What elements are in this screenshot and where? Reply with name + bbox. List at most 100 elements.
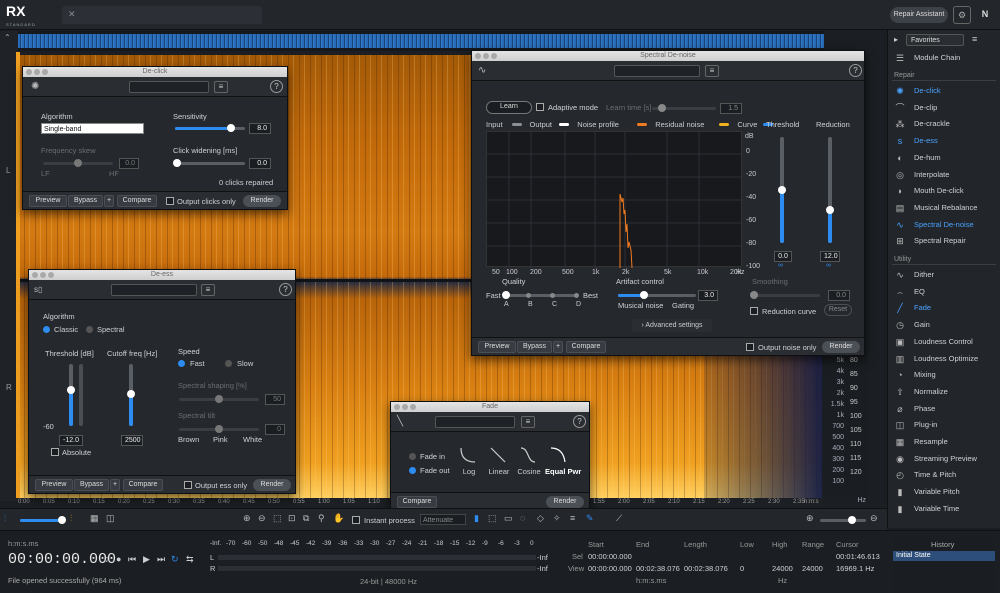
sidebar-item-de-clip[interactable]: ⌒ De-clip	[892, 100, 996, 116]
sidebar-item-de-hum[interactable]: ◐ De-hum	[892, 150, 996, 166]
threshold-value[interactable]: -12.0	[59, 435, 83, 446]
view-low[interactable]: 0	[740, 564, 744, 573]
compare-button[interactable]: Compare	[123, 479, 163, 491]
sidebar-collapse-icon[interactable]: ▸	[894, 35, 898, 44]
pencil-icon[interactable]: ✎	[586, 513, 594, 524]
zoom-tool-icon[interactable]: ⚲	[318, 513, 325, 524]
sidebar-item-dither[interactable]: ∿ Dither	[892, 267, 996, 283]
sidebar-item-de-ess[interactable]: s De-ess	[892, 133, 996, 149]
view-end[interactable]: 00:02:38.076	[636, 564, 680, 573]
file-tab[interactable]: ✕	[62, 6, 262, 24]
envelope-icon[interactable]: ⟋	[616, 513, 622, 524]
threshold-slider[interactable]	[67, 364, 75, 426]
learn-time-slider[interactable]	[652, 104, 716, 112]
lasso-icon[interactable]: ◌	[520, 513, 525, 523]
link-icon[interactable]: ∞	[826, 262, 831, 269]
skip-forward-icon[interactable]: ⏭	[157, 554, 165, 565]
cutoff-slider[interactable]	[127, 364, 135, 426]
learn-time-value[interactable]: 1.5	[720, 103, 742, 114]
view-range[interactable]: 24000	[802, 564, 823, 573]
render-button[interactable]: Render	[546, 496, 584, 508]
cutoff-value[interactable]: 2500	[121, 435, 143, 446]
sidebar-item-de-crackle[interactable]: ⁂ De-crackle	[892, 116, 996, 132]
fade-preset-select[interactable]	[435, 416, 515, 428]
settings-icon[interactable]: ⚙	[953, 6, 971, 24]
quality-option[interactable]: B	[528, 301, 533, 308]
help-icon[interactable]: ?	[270, 80, 283, 93]
spectral-shaping-slider[interactable]	[179, 395, 259, 403]
absolute-checkbox[interactable]	[51, 448, 59, 456]
denoise-menu-button[interactable]: ≡	[705, 65, 719, 77]
sidebar-item-spectral-repair[interactable]: ⊞ Spectral Repair	[892, 233, 996, 249]
follow-icon[interactable]: ⇆	[186, 554, 194, 565]
instant-process-mode-select[interactable]: Attenuate	[420, 514, 466, 525]
noise-graph[interactable]	[486, 131, 743, 269]
help-icon[interactable]: ?	[849, 64, 862, 77]
smoothing-value[interactable]: 0.0	[828, 290, 850, 301]
sel-start[interactable]: 00:00:00.000	[588, 552, 632, 561]
quality-option[interactable]: A	[504, 301, 509, 308]
frequency-skew-slider[interactable]	[43, 159, 113, 167]
compare-button[interactable]: Compare	[117, 195, 157, 207]
fade-menu-button[interactable]: ≡	[521, 416, 535, 428]
sidebar-item-gain[interactable]: ◷ Gain	[892, 317, 996, 333]
harmonic-icon[interactable]: ≡	[570, 513, 575, 523]
headphones-icon[interactable]: ♫	[102, 554, 109, 564]
peak-left[interactable]: -Inf	[537, 553, 548, 562]
slow-radio[interactable]	[225, 360, 232, 367]
advanced-settings-toggle[interactable]: › Advanced settings	[632, 319, 712, 332]
quality-option[interactable]: D	[576, 301, 581, 308]
fade-curve-linear[interactable]: Linear	[485, 446, 513, 480]
view-high[interactable]: 24000	[772, 564, 793, 573]
reset-button[interactable]: Reset	[824, 304, 852, 316]
sidebar-item-streaming-preview[interactable]: ◉ Streaming Preview	[892, 451, 996, 467]
sidebar-item-eq[interactable]: ⌢ EQ	[892, 284, 996, 300]
zoom-region-icon[interactable]: ⧉	[303, 513, 309, 524]
declick-titlebar[interactable]: De-click	[23, 67, 287, 77]
deess-titlebar[interactable]: De-ess	[29, 270, 295, 280]
markers-icon[interactable]: ◫	[106, 513, 115, 524]
preview-button[interactable]: Preview	[478, 341, 516, 353]
spectral-shaping-value[interactable]: 50	[265, 394, 285, 405]
preview-button[interactable]: Preview	[35, 479, 73, 491]
waveform-icon[interactable]: ⫶	[4, 513, 6, 524]
sidebar-item-de-click[interactable]: ✺ De-click	[892, 83, 996, 99]
reduction-value[interactable]: 12.0	[820, 251, 840, 262]
close-icon[interactable]: ✕	[68, 9, 76, 19]
sidebar-item-time-pitch[interactable]: ◴ Time & Pitch	[892, 467, 996, 483]
help-icon[interactable]: ?	[279, 283, 292, 296]
threshold-slider[interactable]	[778, 137, 786, 243]
spectral-tilt-value[interactable]: 0	[265, 424, 285, 435]
view-start[interactable]: 00:00:00.000	[588, 564, 632, 573]
time-freq-selection-icon[interactable]: ▭	[504, 513, 513, 524]
fade-curve-log[interactable]: Log	[455, 446, 483, 480]
deess-preset-select[interactable]	[111, 284, 197, 296]
deess-menu-button[interactable]: ≡	[201, 284, 215, 296]
sidebar-item-resample[interactable]: ▦ Resample	[892, 434, 996, 450]
sidebar-item-normalize[interactable]: ⇧ Normalize	[892, 384, 996, 400]
preview-button[interactable]: Preview	[29, 195, 67, 207]
magic-wand-icon[interactable]: ✧	[553, 513, 561, 524]
compare-button[interactable]: Compare	[566, 341, 606, 353]
collapse-icon[interactable]: ⌃	[4, 33, 11, 42]
reduction-curve-checkbox[interactable]	[750, 307, 758, 315]
bypass-add-button[interactable]: +	[104, 195, 114, 207]
fade-titlebar[interactable]: Fade	[391, 402, 589, 412]
display-blend-slider[interactable]	[20, 516, 66, 524]
spectral-tilt-slider[interactable]	[179, 425, 259, 433]
instant-process-checkbox[interactable]	[352, 516, 360, 524]
record-icon[interactable]: ●	[116, 554, 121, 564]
spectrogram-settings-icon[interactable]: ▦	[90, 513, 99, 524]
spectrogram-icon[interactable]: ⫶	[70, 513, 72, 524]
denoise-titlebar[interactable]: Spectral De-noise	[472, 51, 864, 61]
sidebar-item-spectral-de-noise[interactable]: ∿ Spectral De-noise	[892, 217, 996, 233]
sensitivity-value[interactable]: 8.0	[249, 123, 271, 134]
sidebar-item-loudness-control[interactable]: ▣ Loudness Control	[892, 334, 996, 350]
compare-button[interactable]: Compare	[397, 496, 437, 508]
zoom-selection-icon[interactable]: ⬚	[273, 513, 282, 524]
sidebar-item-mouth-de-click[interactable]: ◗ Mouth De-click	[892, 183, 996, 199]
sidebar-menu-icon[interactable]: ≡	[972, 34, 977, 44]
quality-option[interactable]: C	[552, 301, 557, 308]
fade-curve-equal-pwr[interactable]: Equal Pwr	[545, 446, 581, 480]
reduction-slider[interactable]	[826, 137, 834, 243]
